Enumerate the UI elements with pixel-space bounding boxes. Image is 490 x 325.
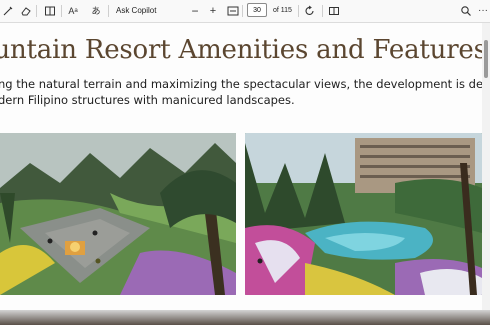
fire-pit-garden-image: [0, 133, 236, 295]
toolbar-divider: [298, 5, 299, 17]
paragraph-line: ng the natural terrain and maximizing th…: [0, 77, 482, 91]
page-title: ountain Resort Amenities and Features: [0, 35, 482, 65]
toolbar-divider: [61, 5, 62, 17]
toolbar-divider: [108, 5, 109, 17]
draw-icon[interactable]: [1, 4, 15, 18]
next-page-edge: [0, 310, 490, 325]
zoom-in-button[interactable]: +: [206, 4, 220, 18]
rotate-icon[interactable]: [303, 4, 317, 18]
text-box-icon[interactable]: [43, 4, 57, 18]
more-icon[interactable]: ···: [476, 4, 490, 18]
toolbar-divider: [36, 5, 37, 17]
pdf-toolbar: Aᵃ あ Ask Copilot − + of 115 ···: [0, 0, 490, 23]
read-aloud-icon[interactable]: Aᵃ: [66, 4, 80, 18]
erase-icon[interactable]: [19, 4, 33, 18]
pdf-page: ountain Resort Amenities and Features ng…: [0, 23, 482, 310]
scrollbar-thumb[interactable]: [484, 40, 488, 78]
two-page-view-icon[interactable]: [327, 4, 341, 18]
fit-page-icon[interactable]: [226, 4, 240, 18]
paragraph-line: dern Filipino structures with manicured …: [0, 93, 295, 107]
flower-garden-pool-image: [245, 133, 482, 295]
toolbar-divider: [242, 5, 243, 17]
ask-copilot-button[interactable]: Ask Copilot: [116, 6, 156, 15]
toolbar-divider: [322, 5, 323, 17]
page-number-input[interactable]: [247, 3, 267, 17]
translate-icon[interactable]: あ: [89, 4, 103, 18]
zoom-out-button[interactable]: −: [188, 4, 202, 18]
search-icon[interactable]: [459, 4, 473, 18]
page-total-label: of 115: [273, 7, 292, 14]
